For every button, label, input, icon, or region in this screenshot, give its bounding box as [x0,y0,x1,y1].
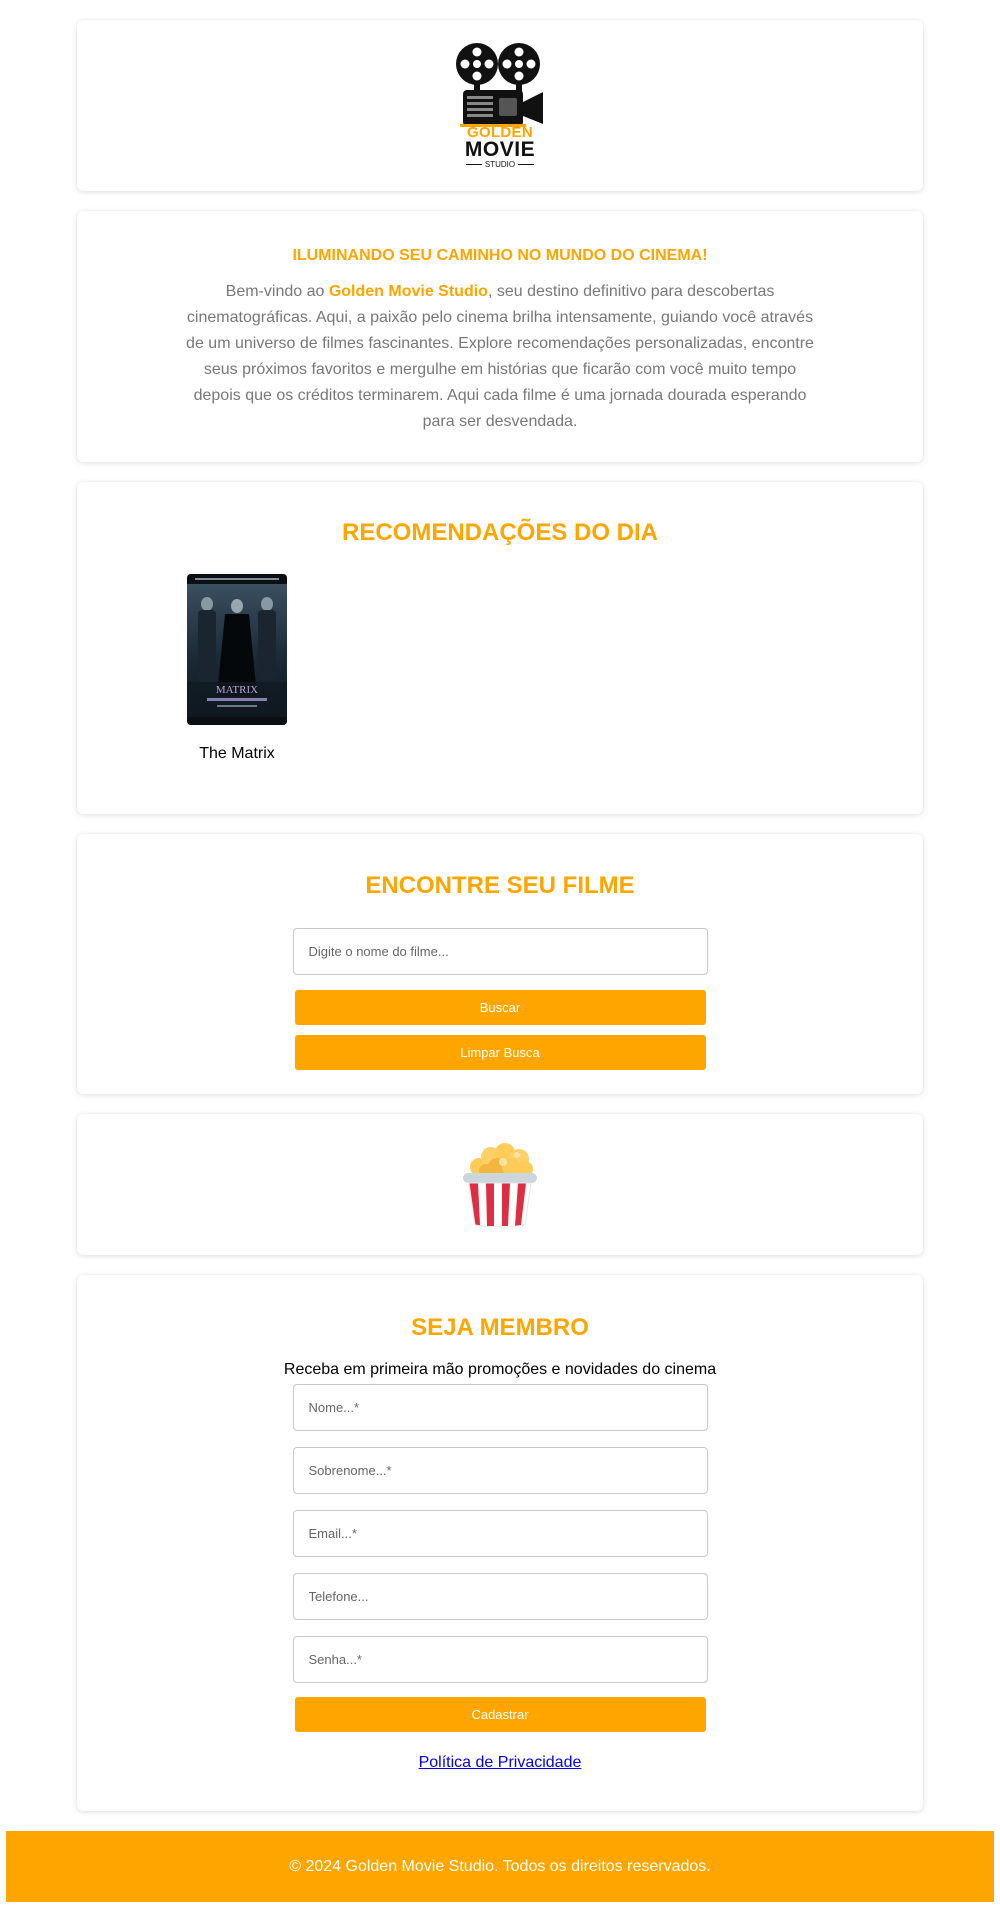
movie-card[interactable]: MATRIX The Matrix [187,574,287,763]
recommendations-title: RECOMENDAÇÕES DO DIA [341,519,659,546]
logo-text-movie: MOVIE [464,138,536,161]
popcorn-icon [463,1142,537,1227]
footer-copyright: © 2024 Golden Movie Studio. Todos os dir… [289,1857,711,1875]
register-button[interactable]: Cadastrar [294,1697,706,1732]
logo-rule-left [465,164,482,165]
first-name-field[interactable] [292,1384,708,1431]
poster-title-text: MATRIX [216,684,258,696]
membership-subtitle: Receba em primeira mão promoções e novid… [283,1361,717,1378]
logo-text-studio: STUDIO [463,160,537,169]
intro-card: ILUMINANDO SEU CAMINHO NO MUNDO DO CINEM… [77,211,923,462]
logo-rule-right [518,164,535,165]
phone-field[interactable] [292,1573,708,1620]
logo-studio-label: STUDIO [484,160,516,169]
search-button[interactable]: Buscar [294,990,706,1025]
intro-text-rest: , seu destino definitivo para descoberta… [186,283,814,430]
password-field[interactable] [292,1636,708,1683]
intro-text-start: Bem-vindo ao [225,283,329,300]
recommendations-list: MATRIX The Matrix [77,574,923,763]
membership-card: SEJA MEMBRO Receba em primeira mão promo… [77,1275,923,1811]
recommendations-card: RECOMENDAÇÕES DO DIA MATRIX The Matrix [77,482,923,814]
membership-title: SEJA MEMBRO [411,1314,589,1341]
intro-paragraph: Bem-vindo ao Golden Movie Studio, seu de… [180,279,820,435]
email-field[interactable] [292,1510,708,1557]
privacy-policy-link[interactable]: Política de Privacidade [419,1754,582,1772]
clear-search-button[interactable]: Limpar Busca [294,1035,706,1070]
intro-tagline: ILUMINANDO SEU CAMINHO NO MUNDO DO CINEM… [292,247,708,264]
popcorn-card [77,1114,923,1255]
logo-card: GOLDEN MOVIE STUDIO [77,20,923,191]
last-name-field[interactable] [292,1447,708,1494]
search-title: ENCONTRE SEU FILME [365,872,635,899]
intro-brand-name: Golden Movie Studio [328,283,488,300]
movie-poster[interactable]: MATRIX [187,574,287,725]
film-projector-icon [456,43,543,127]
movie-search-input[interactable] [292,928,708,975]
footer: © 2024 Golden Movie Studio. Todos os dir… [6,1831,994,1902]
brand-logo: GOLDEN MOVIE STUDIO [455,42,545,169]
search-card: ENCONTRE SEU FILME Buscar Limpar Busca [77,834,923,1094]
movie-title[interactable]: The Matrix [187,745,287,763]
